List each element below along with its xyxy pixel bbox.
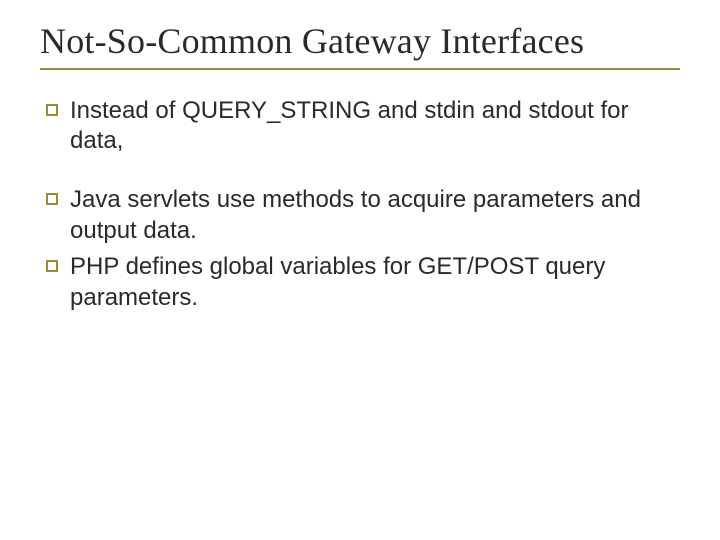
list-item: Instead of QUERY_STRING and stdin and st… — [46, 96, 680, 157]
square-bullet-icon — [46, 260, 58, 272]
bullet-text: PHP defines global variables for GET/POS… — [70, 252, 680, 313]
title-underline — [40, 68, 680, 70]
bullet-text: Instead of QUERY_STRING and stdin and st… — [70, 96, 680, 157]
bullet-text: Java servlets use methods to acquire par… — [70, 185, 680, 246]
list-item: Java servlets use methods to acquire par… — [46, 185, 680, 246]
square-bullet-icon — [46, 193, 58, 205]
list-item: PHP defines global variables for GET/POS… — [46, 252, 680, 313]
slide: Not-So-Common Gateway Interfaces Instead… — [0, 0, 720, 540]
slide-title: Not-So-Common Gateway Interfaces — [40, 22, 680, 62]
square-bullet-icon — [46, 104, 58, 116]
bullet-list: Instead of QUERY_STRING and stdin and st… — [40, 96, 680, 314]
